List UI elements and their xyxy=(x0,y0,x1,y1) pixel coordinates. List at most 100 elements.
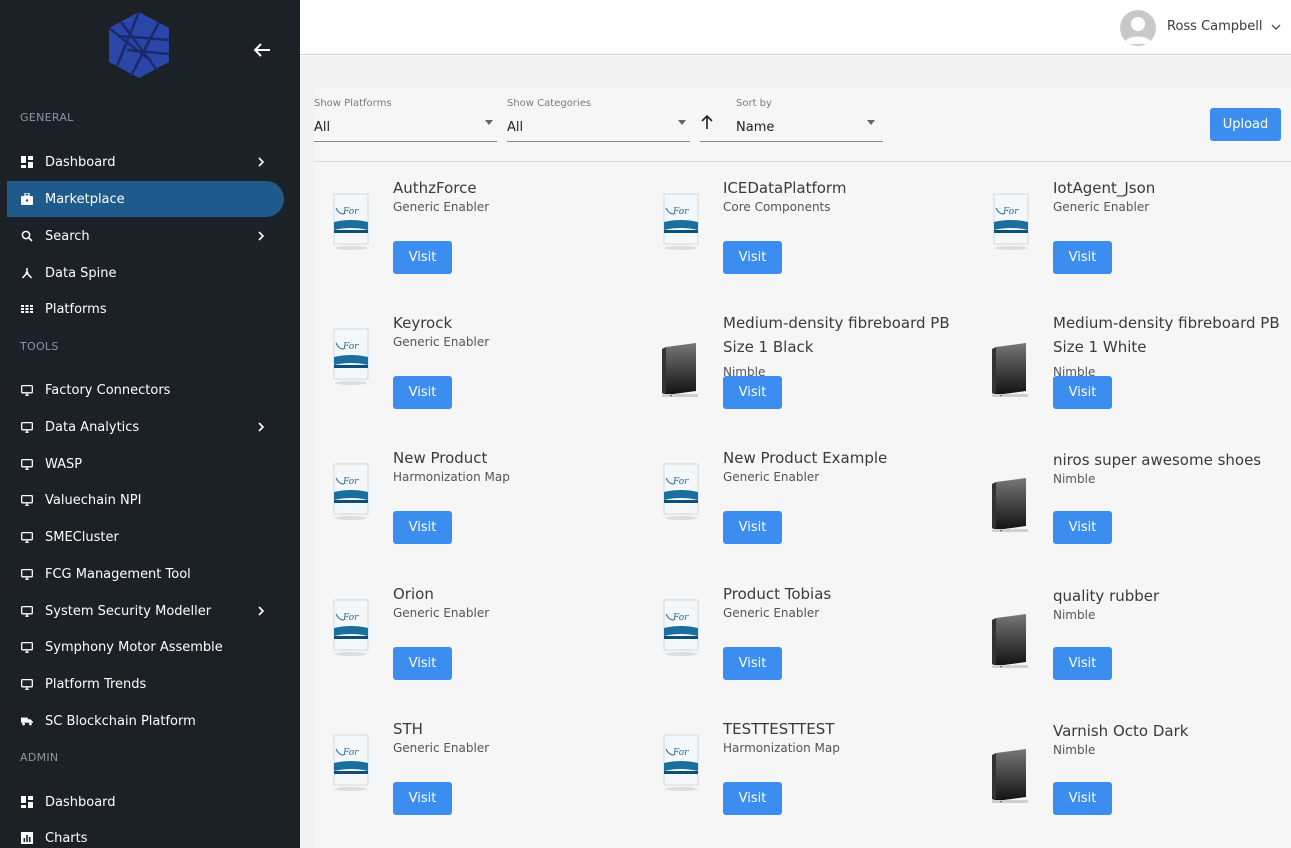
sort-label: Sort by xyxy=(736,98,772,109)
sidebar-item-system-security-modeller[interactable]: System Security Modeller xyxy=(7,593,284,629)
categories-select[interactable]: Show Categories All xyxy=(507,98,690,142)
product-name[interactable]: IotAgent_Json xyxy=(1053,176,1291,200)
sidebar-item-label: Marketplace xyxy=(45,191,125,207)
product-image-fiware[interactable]: For xyxy=(660,733,702,795)
visit-button[interactable]: Visit xyxy=(723,511,782,544)
visit-button[interactable]: Visit xyxy=(1053,241,1112,274)
product-category: Harmonization Map xyxy=(723,741,840,755)
sidebar-item-charts[interactable]: Charts xyxy=(7,820,284,848)
sidebar-item-label: Charts xyxy=(45,830,88,846)
sort-direction-icon[interactable] xyxy=(700,114,714,134)
user-avatar[interactable] xyxy=(1120,10,1156,46)
visit-button[interactable]: Visit xyxy=(1053,647,1112,680)
sidebar-item-label: Platforms xyxy=(45,301,107,317)
product-image-panel[interactable] xyxy=(990,341,1032,403)
filter-bar: Show Platforms All Show Categories All S… xyxy=(314,88,1291,162)
product-image-fiware[interactable]: For xyxy=(330,192,372,254)
product-image-fiware[interactable]: For xyxy=(330,462,372,524)
product-category: Generic Enabler xyxy=(393,606,490,620)
upload-button[interactable]: Upload xyxy=(1210,108,1281,141)
product-name[interactable]: Varnish Octo Dark xyxy=(1053,719,1291,743)
sidebar-item-data-spine[interactable]: Data Spine xyxy=(7,255,284,291)
visit-button[interactable]: Visit xyxy=(723,241,782,274)
product-image-fiware[interactable]: For xyxy=(990,192,1032,254)
collapse-sidebar-button[interactable] xyxy=(250,38,274,62)
product-name[interactable]: ICEDataPlatform xyxy=(723,176,963,200)
caret-down-icon xyxy=(867,120,875,125)
svg-text:For: For xyxy=(342,748,359,758)
product-name[interactable]: New Product Example xyxy=(723,446,963,470)
hub-icon xyxy=(21,267,33,279)
product-name[interactable]: niros super awesome shoes xyxy=(1053,448,1291,472)
section-title-tools: TOOLS xyxy=(20,340,59,353)
sidebar-item-data-analytics[interactable]: Data Analytics xyxy=(7,409,284,445)
visit-button[interactable]: Visit xyxy=(1053,511,1112,544)
chevron-right-icon xyxy=(256,604,266,618)
sidebar-item-search[interactable]: Search xyxy=(7,218,284,254)
product-category: Generic Enabler xyxy=(1053,200,1150,214)
product-name[interactable]: quality rubber xyxy=(1053,584,1291,608)
product-image-panel[interactable] xyxy=(990,476,1032,538)
sidebar-item-marketplace[interactable]: Marketplace xyxy=(7,181,284,217)
product-image-fiware[interactable]: For xyxy=(660,462,702,524)
svg-text:For: For xyxy=(1002,207,1019,217)
sidebar-item-platform-trends[interactable]: Platform Trends xyxy=(7,666,284,702)
sidebar-item-smecluster[interactable]: SMECluster xyxy=(7,519,284,555)
sidebar-item-label: System Security Modeller xyxy=(45,603,212,619)
product-name[interactable]: Medium-density fibreboard PB Size 1 Blac… xyxy=(723,311,963,359)
product-category: Nimble xyxy=(1053,743,1096,757)
product-image-panel[interactable] xyxy=(990,747,1032,809)
product-image-panel[interactable] xyxy=(990,612,1032,674)
sort-select[interactable]: Sort by Name xyxy=(700,98,883,142)
product-name[interactable]: New Product xyxy=(393,446,633,470)
product-image-panel[interactable] xyxy=(660,341,702,403)
sidebar-item-fcg-management-tool[interactable]: FCG Management Tool xyxy=(7,556,284,592)
sort-value: Name xyxy=(736,120,775,135)
product-image-fiware[interactable]: For xyxy=(660,598,702,660)
sidebar-item-dashboard[interactable]: Dashboard xyxy=(7,144,284,180)
product-card: Medium-density fibreboard PB Size 1 Whit… xyxy=(974,311,1291,441)
product-name[interactable]: Orion xyxy=(393,582,633,606)
product-name[interactable]: Keyrock xyxy=(393,311,633,335)
product-image-fiware[interactable]: For xyxy=(330,327,372,389)
visit-button[interactable]: Visit xyxy=(393,511,452,544)
visit-button[interactable]: Visit xyxy=(393,241,452,274)
product-name[interactable]: AuthzForce xyxy=(393,176,633,200)
visit-button[interactable]: Visit xyxy=(393,647,452,680)
visit-button[interactable]: Visit xyxy=(393,782,452,815)
sidebar-item-platforms[interactable]: Platforms xyxy=(7,291,284,327)
visit-button[interactable]: Visit xyxy=(393,376,452,409)
sidebar-item-valuechain-npi[interactable]: Valuechain NPI xyxy=(7,482,284,518)
visit-button[interactable]: Visit xyxy=(723,782,782,815)
user-name[interactable]: Ross Campbell xyxy=(1167,19,1263,34)
visit-button[interactable]: Visit xyxy=(1053,782,1112,815)
dashboard-icon xyxy=(21,156,33,168)
sidebar-item-symphony-motor-assemble[interactable]: Symphony Motor Assemble xyxy=(7,629,284,665)
sidebar-item-label: Data Spine xyxy=(45,265,117,281)
product-name[interactable]: TESTTESTTEST xyxy=(723,717,963,741)
monitor-icon xyxy=(21,384,33,396)
product-card: For IotAgent_Json Generic Enabler Visit xyxy=(974,176,1291,306)
visit-button[interactable]: Visit xyxy=(723,647,782,680)
product-image-fiware[interactable]: For xyxy=(330,598,372,660)
product-name[interactable]: Medium-density fibreboard PB Size 1 Whit… xyxy=(1053,311,1291,359)
product-name[interactable]: Product Tobias xyxy=(723,582,963,606)
platforms-select[interactable]: Show Platforms All xyxy=(314,98,497,142)
product-image-fiware[interactable]: For xyxy=(660,192,702,254)
svg-text:For: For xyxy=(672,748,689,758)
main-content: Show Platforms All Show Categories All S… xyxy=(300,56,1291,848)
app-logo[interactable] xyxy=(107,10,171,80)
visit-button[interactable]: Visit xyxy=(1053,376,1112,409)
sidebar-item-wasp[interactable]: WASP xyxy=(7,446,284,482)
chart-icon xyxy=(21,832,33,844)
svg-text:For: For xyxy=(342,613,359,623)
chevron-down-icon[interactable] xyxy=(1270,21,1282,33)
sidebar-item-factory-connectors[interactable]: Factory Connectors xyxy=(7,372,284,408)
product-category: Generic Enabler xyxy=(393,741,490,755)
sidebar-item-sc-blockchain-platform[interactable]: SC Blockchain Platform xyxy=(7,703,284,739)
visit-button[interactable]: Visit xyxy=(723,376,782,409)
sidebar-item-dashboard[interactable]: Dashboard xyxy=(7,784,284,820)
product-name[interactable]: STH xyxy=(393,717,633,741)
product-image-fiware[interactable]: For xyxy=(330,733,372,795)
monitor-icon xyxy=(21,678,33,690)
